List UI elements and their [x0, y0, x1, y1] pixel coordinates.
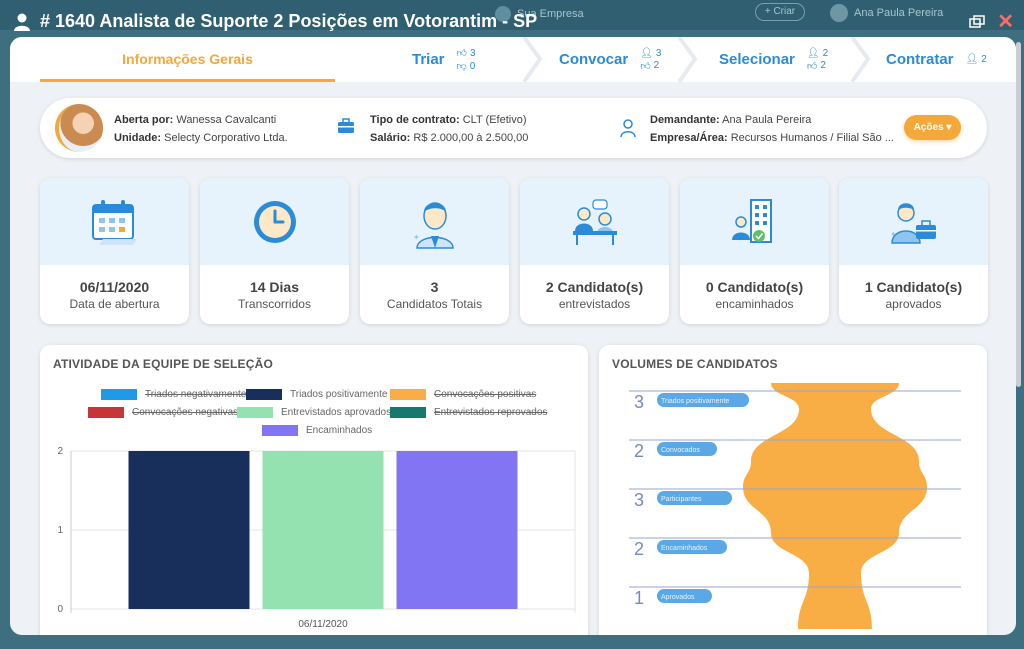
- legend-swatch: [390, 389, 426, 400]
- job-info-card: Aberta por: Wanessa Cavalcanti Unidade: …: [40, 98, 987, 158]
- briefcase-icon: ✦: [890, 202, 936, 244]
- stage-label: Encaminhados: [661, 545, 708, 552]
- step-arrow-icon: [522, 37, 543, 82]
- stage-value: 1: [634, 588, 644, 608]
- restore-window-icon[interactable]: [969, 15, 985, 29]
- thumbs-up-icon: 👍︎ 2: [806, 60, 826, 72]
- card-candidatos-totais: ✦ 3 Candidatos Totais: [360, 178, 509, 324]
- unit: Selecty Corporativo Ltda.: [164, 132, 288, 144]
- volume-funnel-panel: VOLUMES DE CANDIDATOS 3 Triados positivam…: [599, 345, 987, 635]
- company-area: Recursos Humanos / Filial São ...: [730, 132, 894, 144]
- y-tick-label: 0: [57, 604, 63, 615]
- step-triar[interactable]: Triar 👍︎ 3 👎︎ 0: [412, 37, 476, 82]
- card-transcorridos: 14 Dias Transcorridos: [200, 178, 349, 324]
- people-icon: 👤︎ 2: [965, 54, 987, 65]
- volume-chart-title: VOLUMES DE CANDIDATOS: [612, 357, 778, 371]
- building-icon: [731, 198, 772, 243]
- job-modal: Informações Gerais Triar 👍︎ 3 👎︎ 0 Convoca…: [10, 37, 1016, 635]
- stage-label: Triados positivamente: [661, 398, 729, 405]
- stats-cards: 06/11/2020 Data de abertura 14 Dias Tran…: [40, 178, 988, 324]
- step-selecionar[interactable]: Selecionar 👤︎ 2 👍︎ 2: [719, 37, 828, 82]
- stage-label: Aprovados: [661, 594, 695, 601]
- legend-item[interactable]: Convocações positivas: [390, 389, 536, 400]
- caret-down-icon: ▾: [946, 122, 952, 133]
- calendar-icon: [91, 199, 137, 245]
- legend-swatch: [390, 407, 426, 418]
- background-create-button: + Criar: [755, 3, 805, 21]
- bar-encaminhados[interactable]: [396, 451, 518, 609]
- card-entrevistados: 2 Candidato(s) entrevistados: [520, 178, 669, 324]
- legend-swatch: [101, 389, 137, 400]
- actions-button[interactable]: Ações ▾: [904, 115, 961, 140]
- briefcase-icon: [338, 118, 354, 133]
- stage-value: 2: [634, 441, 644, 461]
- close-icon[interactable]: ✕: [997, 12, 1014, 32]
- legend-item[interactable]: Entrevistados reprovados: [390, 407, 547, 418]
- legend-swatch: [237, 407, 273, 418]
- user-avatar-icon: [830, 4, 848, 22]
- stage-value: 3: [634, 490, 644, 510]
- step-arrow-icon: [850, 37, 871, 82]
- legend-swatch: [88, 407, 124, 418]
- y-tick-label: 2: [57, 446, 63, 457]
- stage-label: Convocados: [661, 447, 700, 454]
- user-icon: [14, 13, 30, 31]
- opened-by: Wanessa Cavalcanti: [176, 114, 277, 126]
- bar-entrevistados-aprovados[interactable]: [262, 451, 384, 609]
- modal-title: # 1640 Analista de Suporte 2 Posições em…: [14, 11, 537, 32]
- thumbs-up-icon: 👍︎ 3: [456, 47, 476, 60]
- activity-chart-panel: ATIVIDADE DA EQUIPE DE SELEÇÃO Triados n…: [40, 345, 588, 635]
- stage-value: 3: [634, 392, 644, 412]
- process-stepper: Informações Gerais Triar 👍︎ 3 👎︎ 0 Convoca…: [10, 37, 1016, 82]
- x-tick-label: 06/11/2020: [298, 619, 348, 630]
- stage-label: Participantes: [661, 496, 702, 503]
- bar-triados-positivamente[interactable]: [128, 451, 250, 609]
- candidate-icon: ✦: [413, 201, 454, 249]
- interview-icon: [572, 198, 617, 245]
- funnel-shape: [743, 383, 927, 629]
- legend-item[interactable]: Triados positivamente: [246, 389, 387, 400]
- legend-swatch: [246, 389, 282, 400]
- requester: Ana Paula Pereira: [722, 114, 812, 126]
- avatar: [55, 104, 103, 152]
- scrollbar[interactable]: [1016, 42, 1021, 387]
- legend-item[interactable]: Convocações negativas: [88, 407, 238, 418]
- card-aprovados: ✦ 1 Candidato(s) aprovados: [839, 178, 988, 324]
- card-data-abertura: 06/11/2020 Data de abertura: [40, 178, 189, 324]
- background-user: Ana Paula Pereira: [830, 4, 943, 22]
- card-encaminhados: 0 Candidato(s) encaminhados: [680, 178, 829, 324]
- legend-swatch: [262, 425, 298, 436]
- volume-funnel-chart: 3 Triados positivamente 2 Convocados 3 Partic…: [629, 383, 961, 629]
- people-icon: 👤︎ 2: [806, 47, 829, 59]
- y-tick-label: 1: [57, 525, 63, 536]
- people-icon: 👤︎ 3: [640, 47, 662, 59]
- activity-chart-title: ATIVIDADE DA EQUIPE DE SELEÇÃO: [53, 357, 274, 371]
- clock-icon: [253, 200, 296, 243]
- stage-value: 2: [634, 539, 644, 559]
- requester-icon: [620, 119, 636, 138]
- step-convocar[interactable]: Convocar 👤︎ 3 👍︎ 2: [559, 37, 661, 82]
- tab-informacoes-gerais[interactable]: Informações Gerais: [40, 37, 335, 82]
- salary: R$ 2.000,00 à 2.500,00: [413, 132, 529, 144]
- svg-text:✦: ✦: [890, 230, 897, 239]
- svg-text:✦: ✦: [413, 233, 420, 242]
- thumbs-down-icon: 👎︎ 0: [456, 60, 476, 73]
- step-arrow-icon: [677, 37, 698, 82]
- window-controls: ✕: [969, 12, 1014, 32]
- contract-type: CLT (Efetivo): [462, 114, 527, 126]
- legend-item[interactable]: Triados negativamente: [101, 389, 246, 400]
- step-contratar[interactable]: Contratar 👤︎ 2: [886, 37, 987, 82]
- legend-item[interactable]: Encaminhados: [262, 425, 372, 436]
- thumbs-up-icon: 👍︎ 2: [640, 60, 660, 72]
- activity-bar-chart: 0 1 2 06/11/2020: [57, 446, 576, 630]
- legend-item[interactable]: Entrevistados aprovados: [237, 407, 391, 418]
